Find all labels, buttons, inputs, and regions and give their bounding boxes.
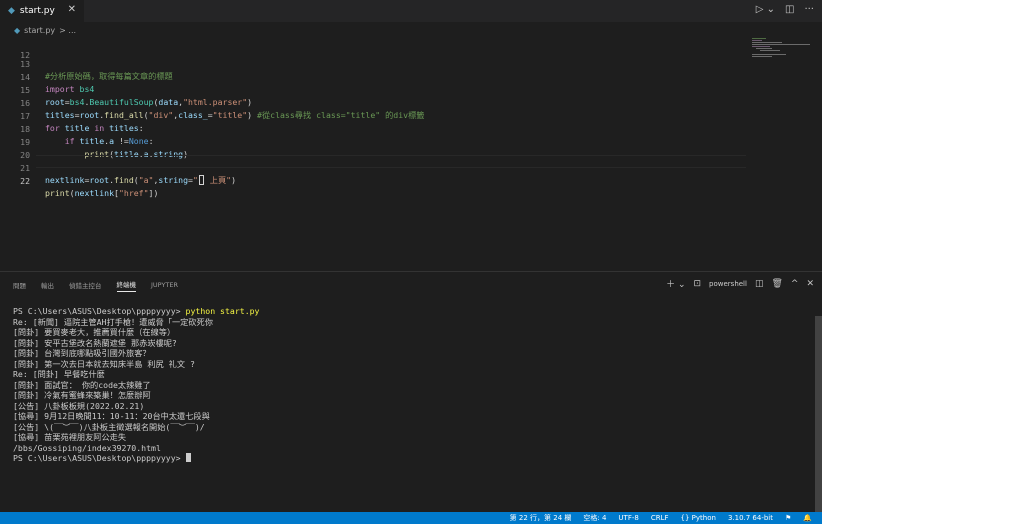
status-eol[interactable]: CRLF	[651, 514, 669, 522]
status-interpreter[interactable]: 3.10.7 64-bit	[728, 514, 773, 522]
breadcrumb-file[interactable]: start.py	[24, 26, 55, 35]
terminal-cursor	[185, 453, 191, 462]
terminal-prompt: PS C:\Users\ASUS\Desktop\ppppyyyy>	[13, 306, 181, 316]
tab-debug-console[interactable]: 偵錯主控台	[69, 280, 102, 290]
terminal-scrollbar[interactable]	[815, 316, 822, 512]
terminal-line: [問卦] 安平古堡改名熱蘭遮堡 那赤崁樓呢?	[13, 337, 177, 348]
tab-jupyter[interactable]: JUPYTER	[151, 281, 178, 289]
line-number: 22	[20, 175, 30, 186]
status-cursor-position[interactable]: 第 22 行，第 24 欄	[510, 513, 572, 523]
terminal-line: [問卦] 第一次去日本就去知床半島 利尻 礼文 ?	[13, 358, 195, 369]
code-line: 15 root=bs4.BeautifulSoup(data,"html.par…	[0, 71, 760, 108]
code-editor[interactable]: 12 13 #分析原始碼，取得每篇文章的標題 14 import bs4 15 …	[0, 36, 760, 272]
split-editor-icon[interactable]: ◫	[785, 4, 794, 15]
breadcrumb-separator[interactable]: > ...	[59, 26, 76, 35]
terminal-line: [公告] 八卦板板規(2022.02.21)	[13, 400, 145, 411]
terminal-line: [協尋] 苗栗苑裡朋友阿公走失	[13, 432, 127, 442]
minimap[interactable]	[752, 38, 812, 68]
tab-label: start.py	[19, 6, 55, 16]
close-icon[interactable]: ✕	[68, 4, 76, 15]
status-encoding[interactable]: UTF-8	[618, 514, 638, 522]
terminal-line: [問卦] 冷氣有蜜蜂來築巢！怎麼辦阿	[13, 390, 151, 400]
terminal-line: [問卦] 面試官： 你的code太辣雞了	[13, 379, 151, 390]
code-line: 20	[0, 136, 760, 160]
maximize-panel-icon[interactable]: ^	[791, 279, 799, 289]
vscode-window: ◆ start.py ✕ ▷ ⌄ ◫ ··· ◆ start.py > ... …	[0, 0, 822, 524]
run-icon[interactable]: ▷ ⌄	[756, 4, 775, 15]
terminal-prompt: PS C:\Users\ASUS\Desktop\ppppyyyy>	[13, 453, 181, 463]
code-line: 13 #分析原始碼，取得每篇文章的標題	[0, 45, 760, 82]
code-line: 19 print(title.a.string)	[0, 123, 760, 160]
bottom-panel: 問題 輸出 偵錯主控台 終端機 JUPYTER ＋ ⌄ ⊡ powershell…	[0, 271, 822, 512]
code-line: 16 titles=root.find_all("div",class_="ti…	[0, 84, 760, 121]
terminal-line: Re: [新聞] 逼院主管AH打手槍！遭威脅「一定砍死你	[13, 316, 213, 327]
editor-actions: ▷ ⌄ ◫ ···	[756, 4, 814, 15]
code-text: nextlink=root.find("a",string=" 上頁")	[45, 175, 237, 186]
new-terminal-icon[interactable]: ＋ ⌄	[666, 277, 685, 290]
code-line: 14 import bs4	[0, 58, 760, 95]
tab-start-py[interactable]: ◆ start.py ✕	[0, 0, 84, 22]
terminal-line: [問卦] 要買麥老大，推薦買什麼（在線等）	[13, 327, 176, 337]
status-language[interactable]: {} Python	[681, 514, 716, 522]
terminal-line: [公告] \(￣︶￣)八卦板主徵選報名開始(￣︶￣)/	[13, 421, 205, 432]
tab-problems[interactable]: 問題	[13, 280, 26, 290]
python-file-icon: ◆	[8, 6, 15, 16]
more-actions-icon[interactable]: ···	[804, 4, 814, 15]
feedback-icon[interactable]: ⚑	[785, 514, 791, 522]
terminal-line: [問卦] 台灣到底哪點吸引國外旅客？	[13, 348, 151, 358]
code-text: print(nextlink["href"])	[45, 188, 159, 199]
terminal-line: Re: [問卦] 早餐吃什麼	[13, 369, 105, 379]
blank-area	[822, 0, 1024, 524]
tab-output[interactable]: 輸出	[41, 280, 54, 290]
terminal-line: /bbs/Gossiping/index39270.html	[13, 442, 161, 453]
code-line: 17 for title in titles:	[0, 97, 760, 134]
current-line-highlight	[36, 155, 746, 168]
split-terminal-icon[interactable]: ◫	[755, 279, 764, 289]
trash-icon[interactable]: 🗑	[771, 279, 782, 289]
shell-name[interactable]: powershell	[709, 280, 747, 288]
terminal-shell-icon[interactable]: ⊡	[693, 279, 701, 289]
notifications-icon[interactable]: 🔔	[803, 514, 812, 522]
status-indentation[interactable]: 空格: 4	[583, 513, 606, 523]
terminal-output[interactable]: PS C:\Users\ASUS\Desktop\ppppyyyy> pytho…	[13, 306, 803, 464]
terminal-command-line: PS C:\Users\ASUS\Desktop\ppppyyyy> pytho…	[13, 306, 803, 317]
status-language-label: Python	[691, 514, 716, 522]
close-panel-icon[interactable]: ✕	[806, 279, 814, 289]
status-bar: 第 22 行，第 24 欄 空格: 4 UTF-8 CRLF {} Python…	[0, 512, 822, 524]
braces-icon: {}	[680, 514, 690, 522]
tab-bar: ◆ start.py ✕ ▷ ⌄ ◫ ···	[0, 0, 822, 22]
tab-terminal[interactable]: 終端機	[116, 279, 136, 292]
terminal-final-prompt-line: PS C:\Users\ASUS\Desktop\ppppyyyy>	[13, 453, 803, 464]
terminal-line: [協尋] 9月12日晚間11：10-11：20台中太還七段與	[13, 411, 210, 421]
panel-actions: ＋ ⌄ ⊡ powershell ◫ 🗑 ^ ✕	[666, 277, 814, 291]
terminal-command: python start.py	[185, 306, 260, 316]
python-file-icon: ◆	[14, 25, 21, 35]
code-line: 18 if title.a !=None:	[0, 110, 760, 147]
